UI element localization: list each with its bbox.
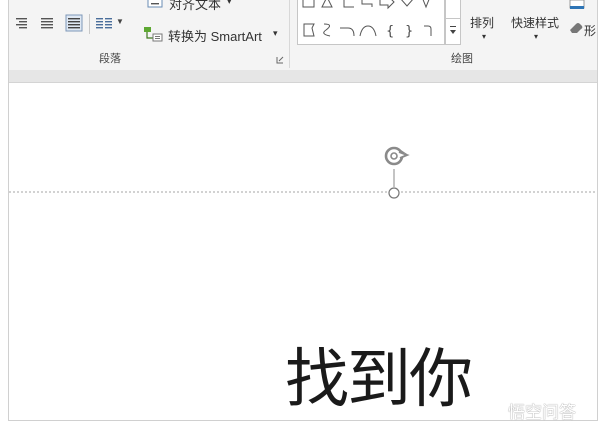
slide-canvas[interactable]: 找到你 [9, 83, 597, 420]
watermark-text: 悟空问答 [508, 403, 576, 423]
chevron-down-icon[interactable]: ▼ [116, 17, 124, 26]
ribbon-bottom-gap [9, 70, 597, 83]
rotate-handle-icon[interactable] [382, 143, 410, 171]
convert-smartart-label: 转换为 SmartArt [168, 29, 262, 44]
shapes-gallery-row1 [302, 0, 430, 10]
quick-styles-label: 快速样式 [511, 16, 560, 30]
shapes-gallery[interactable]: { } [297, 0, 445, 45]
svg-text:{: { [386, 24, 394, 39]
dialog-launcher-icon[interactable] [276, 56, 284, 64]
eraser-icon [570, 23, 583, 33]
powerpoint-window: ▼ 对齐文本 ▾ 转换为 SmartArt ▾ 段落 {} 排列 ▾ 快速样式… [8, 0, 598, 421]
paragraph-group-label: 段落 [99, 53, 121, 65]
shape-fill-button[interactable] [569, 0, 597, 12]
ribbon: ▼ 对齐文本 ▾ 转换为 SmartArt ▾ 段落 {} 排列 ▾ 快速样式… [9, 0, 597, 71]
gallery-scroll-divider [446, 18, 460, 19]
more-icon[interactable] [448, 24, 458, 36]
columns-icon[interactable] [95, 16, 113, 30]
align-text-label: 对齐文本 [169, 0, 222, 12]
smartart-icon [144, 27, 163, 42]
chevron-down-icon: ▾ [534, 32, 539, 41]
group-separator [289, 0, 290, 68]
arrange-label: 排列 [470, 16, 495, 30]
arrange-button[interactable]: 排列 ▾ [467, 8, 505, 44]
shape-outline-button[interactable]: 形 [569, 20, 597, 38]
quick-styles-button[interactable]: 快速样式 ▾ [509, 8, 567, 44]
chevron-down-icon: ▾ [482, 32, 487, 41]
convert-smartart-button[interactable]: 转换为 SmartArt ▾ [143, 25, 283, 44]
chevron-down-icon: ▾ [227, 0, 232, 6]
divider [89, 14, 90, 34]
svg-text:}: } [405, 24, 413, 39]
slide-textbox-content[interactable]: 找到你 [285, 339, 473, 420]
align-text-icon [147, 0, 163, 8]
watermark-logo-icon [478, 399, 504, 419]
distributed-icon[interactable] [65, 14, 83, 32]
chevron-down-icon: ▾ [273, 28, 278, 38]
shapes-gallery-row2: { } [303, 23, 432, 39]
drawing-group-label: 绘图 [451, 53, 473, 65]
justify-icon[interactable] [39, 16, 55, 30]
shape-fill-icon [569, 0, 585, 9]
gallery-scroll[interactable] [445, 0, 461, 45]
align-right-icon[interactable] [13, 16, 29, 30]
shape-fill-label: 形 [584, 24, 597, 38]
